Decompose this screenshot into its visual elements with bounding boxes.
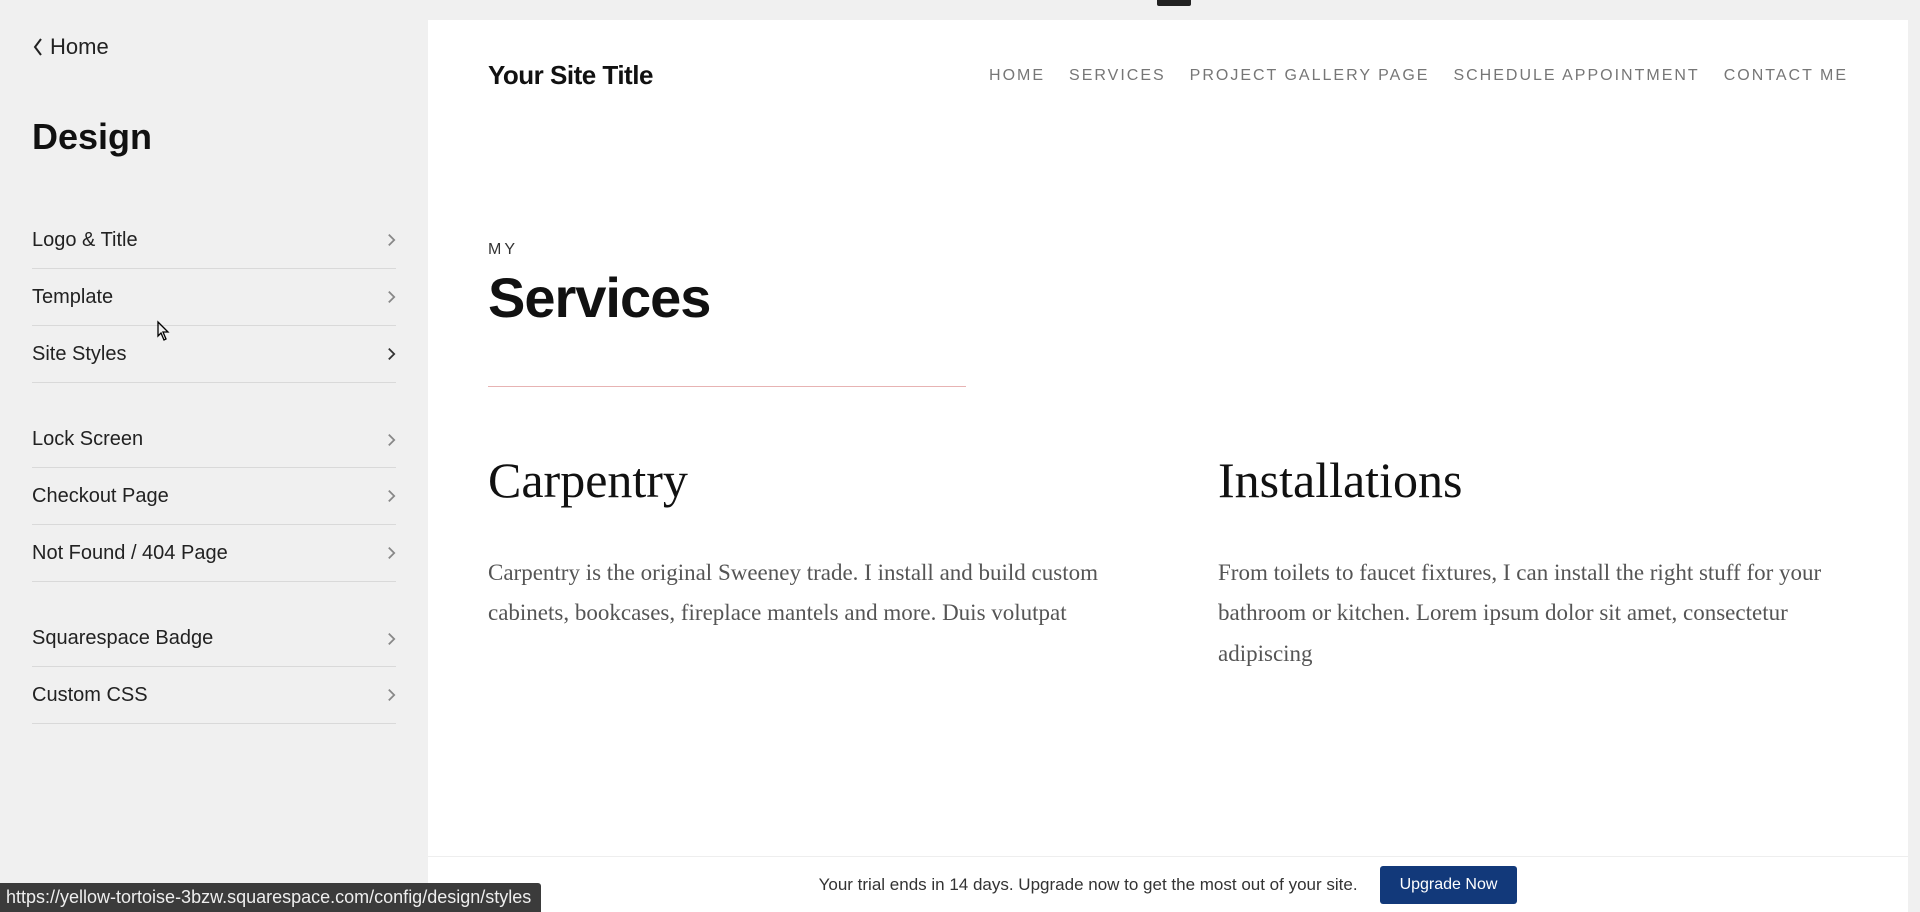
column-title: Carpentry: [488, 451, 1118, 509]
chevron-right-icon: [387, 289, 396, 305]
menu-item-label: Squarespace Badge: [32, 627, 213, 650]
menu-item-label: Custom CSS: [32, 684, 148, 707]
content-column: Carpentry Carpentry is the original Sween…: [488, 451, 1118, 674]
menu-lock-screen[interactable]: Lock Screen: [32, 411, 396, 468]
content-columns: Carpentry Carpentry is the original Sween…: [488, 451, 1848, 674]
status-bar-url: https://yellow-tortoise-3bzw.squarespace…: [0, 883, 541, 912]
nav-contact-me[interactable]: CONTACT ME: [1724, 67, 1848, 85]
nav-project-gallery[interactable]: PROJECT GALLERY PAGE: [1190, 67, 1430, 85]
trial-bar: Your trial ends in 14 days. Upgrade now …: [428, 856, 1908, 912]
menu-item-label: Logo & Title: [32, 229, 138, 252]
menu-checkout-page[interactable]: Checkout Page: [32, 468, 396, 525]
trial-text: Your trial ends in 14 days. Upgrade now …: [819, 875, 1358, 895]
column-body: From toilets to faucet fixtures, I can i…: [1218, 553, 1848, 674]
chevron-right-icon: [387, 488, 396, 504]
chevron-right-icon: [387, 687, 396, 703]
preview-wrap: Your Site Title HOME SERVICES PROJECT GALL…: [428, 0, 1920, 912]
panel-title: Design: [32, 116, 396, 158]
page-content: MY Services Carpentry Carpentry is the or…: [428, 141, 1908, 674]
chevron-right-icon: [387, 631, 396, 647]
menu-item-label: Checkout Page: [32, 485, 169, 508]
back-label: Home: [50, 34, 109, 60]
menu-squarespace-badge[interactable]: Squarespace Badge: [32, 610, 396, 667]
content-column: Installations From toilets to faucet fixt…: [1218, 451, 1848, 674]
menu-item-label: Template: [32, 286, 113, 309]
column-title: Installations: [1218, 451, 1848, 509]
page-heading: Services: [488, 265, 1848, 330]
divider-line: [488, 386, 966, 387]
page-eyebrow: MY: [488, 241, 1848, 259]
menu-item-label: Not Found / 404 Page: [32, 542, 228, 565]
chevron-right-icon: [387, 346, 396, 362]
site-header: Your Site Title HOME SERVICES PROJECT GALL…: [428, 20, 1908, 141]
menu-404-page[interactable]: Not Found / 404 Page: [32, 525, 396, 582]
nav-home[interactable]: HOME: [989, 67, 1045, 85]
chevron-right-icon: [387, 432, 396, 448]
preview-drag-handle[interactable]: [1157, 0, 1191, 6]
app-root: Home Design Logo & Title Template Site Sty…: [0, 0, 1920, 912]
column-body: Carpentry is the original Sweeney trade.…: [488, 553, 1118, 634]
back-home-link[interactable]: Home: [32, 34, 396, 60]
upgrade-button[interactable]: Upgrade Now: [1380, 866, 1518, 904]
nav-schedule-appointment[interactable]: SCHEDULE APPOINTMENT: [1453, 67, 1699, 85]
menu-custom-css[interactable]: Custom CSS: [32, 667, 396, 724]
site-preview: Your Site Title HOME SERVICES PROJECT GALL…: [428, 20, 1908, 856]
design-sidebar: Home Design Logo & Title Template Site Sty…: [0, 0, 428, 912]
menu-logo-title[interactable]: Logo & Title: [32, 212, 396, 269]
site-title[interactable]: Your Site Title: [488, 60, 653, 91]
menu-template[interactable]: Template: [32, 269, 396, 326]
chevron-right-icon: [387, 232, 396, 248]
menu-item-label: Site Styles: [32, 343, 126, 366]
nav-services[interactable]: SERVICES: [1069, 67, 1166, 85]
chevron-left-icon: [32, 37, 44, 57]
menu-item-label: Lock Screen: [32, 428, 143, 451]
site-nav: HOME SERVICES PROJECT GALLERY PAGE SCHEDULE…: [989, 67, 1848, 85]
chevron-right-icon: [387, 545, 396, 561]
menu-container: Logo & Title Template Site Styles Lock Scre…: [32, 212, 396, 724]
menu-site-styles[interactable]: Site Styles: [32, 326, 396, 383]
